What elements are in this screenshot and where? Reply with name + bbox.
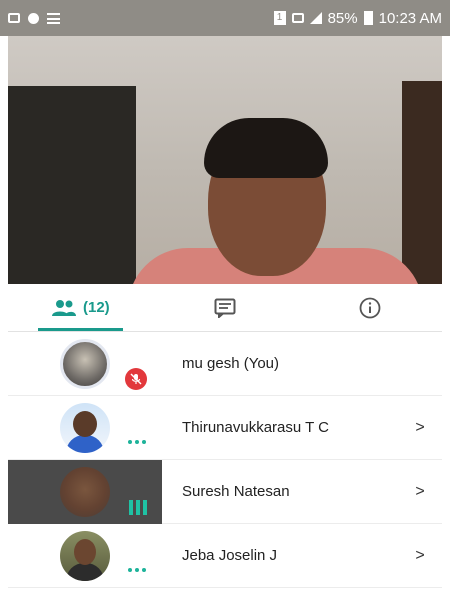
avatar [60, 338, 110, 389]
tab-info[interactable] [297, 284, 442, 331]
signal-icon [309, 12, 322, 24]
clock: 10:23 AM [378, 9, 442, 27]
avatar [60, 402, 110, 453]
tab-people[interactable]: (12) [8, 284, 153, 331]
hd-network-icon [291, 13, 304, 23]
more-dots-icon [128, 439, 146, 444]
list-icon [47, 12, 60, 24]
participant-name: Suresh Natesan [182, 483, 290, 500]
avatar-cell [8, 396, 162, 460]
location-pin-icon [28, 12, 39, 24]
participant-row[interactable]: Suresh Natesan > [8, 459, 442, 524]
sd-card-icon [8, 13, 20, 23]
avatar [60, 466, 110, 517]
avatar-cell [8, 332, 162, 396]
participant-name: Jeba Joselin J [182, 547, 278, 564]
avatar-cell [8, 459, 162, 524]
participant-row[interactable]: Thirunavukkarasu T C > [8, 396, 442, 460]
chevron-right-icon[interactable]: > [406, 419, 434, 437]
battery-icon [363, 11, 373, 25]
audio-level-icon [129, 499, 147, 515]
participant-name: mu gesh (You) [182, 355, 280, 372]
video-person-hair [204, 118, 328, 178]
participant-list: mu gesh (You) Thirunavukkarasu T C > Sur… [8, 332, 442, 590]
sim-1-icon: 1 [273, 11, 286, 25]
chevron-right-icon[interactable]: > [406, 547, 434, 565]
avatar [60, 530, 110, 581]
participant-name: Thirunavukkarasu T C [182, 419, 330, 436]
chat-icon [214, 298, 236, 318]
info-icon [359, 297, 381, 319]
video-feed[interactable] [8, 36, 442, 284]
video-background-door-right [402, 81, 442, 284]
more-dots-icon [128, 567, 146, 572]
participant-row[interactable]: Jeba Joselin J > [8, 524, 442, 588]
status-bar: 1 85% 10:23 AM [0, 0, 450, 36]
tab-bar: (12) [8, 284, 442, 332]
avatar-cell [8, 524, 162, 588]
participant-row[interactable]: mu gesh (You) [8, 332, 442, 396]
video-background-door [8, 86, 136, 284]
status-right: 1 85% 10:23 AM [273, 9, 442, 27]
participant-count: (12) [82, 299, 110, 316]
mic-muted-icon [125, 367, 147, 390]
status-left-icons [8, 12, 60, 24]
people-icon [51, 299, 77, 317]
battery-percent: 85% [327, 9, 358, 27]
tab-chat[interactable] [153, 284, 298, 331]
chevron-right-icon[interactable]: > [406, 483, 434, 501]
